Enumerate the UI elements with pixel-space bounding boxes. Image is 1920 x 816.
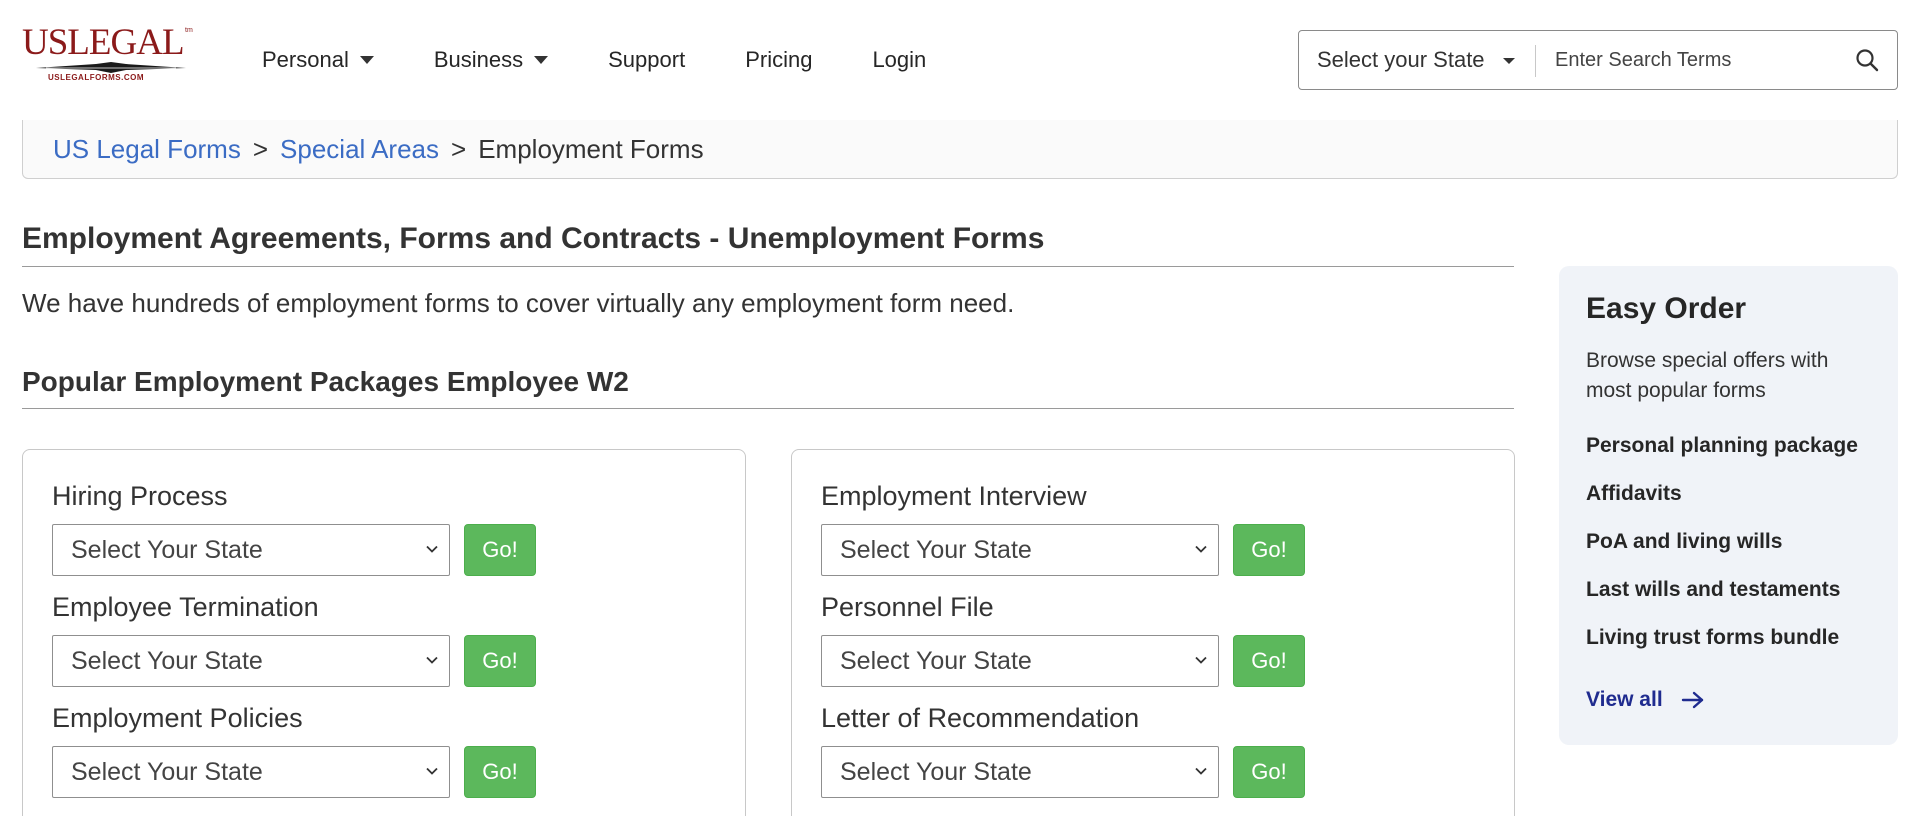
easy-order-item[interactable]: Last wills and testaments bbox=[1586, 576, 1858, 624]
nav-support[interactable]: Support bbox=[608, 40, 685, 80]
section-divider bbox=[22, 408, 1514, 409]
page-title: Employment Agreements, Forms and Contrac… bbox=[22, 222, 1045, 255]
state-select-dropdown[interactable]: Select Your State bbox=[821, 524, 1219, 576]
section-title: Popular Employment Packages Employee W2 bbox=[22, 366, 629, 397]
state-select-dropdown[interactable]: Select Your State bbox=[821, 635, 1219, 687]
caret-down-icon bbox=[534, 56, 549, 64]
chevron-down-icon bbox=[1195, 767, 1207, 775]
select-placeholder: Select Your State bbox=[840, 535, 1032, 564]
state-selector-label: Select your State bbox=[1317, 47, 1485, 72]
go-button[interactable]: Go! bbox=[464, 524, 536, 576]
nav-pricing-label: Pricing bbox=[745, 47, 813, 72]
forms-card-left: Hiring Process Select Your State Go! Emp… bbox=[22, 449, 746, 816]
nav-personal-label: Personal bbox=[262, 47, 349, 72]
chevron-down-icon bbox=[426, 545, 438, 553]
easy-order-item[interactable]: Living trust forms bundle bbox=[1586, 624, 1858, 672]
search-icon[interactable] bbox=[1854, 47, 1880, 73]
form-label: Letter of Recommendation bbox=[821, 703, 1140, 733]
main-nav: Personal Business Support Pricing Login bbox=[262, 0, 986, 120]
select-placeholder: Select Your State bbox=[71, 535, 263, 564]
go-button[interactable]: Go! bbox=[1233, 635, 1305, 687]
nav-support-label: Support bbox=[608, 47, 686, 72]
go-button[interactable]: Go! bbox=[1233, 524, 1305, 576]
easy-order-item[interactable]: Personal planning package bbox=[1586, 432, 1858, 480]
site-header: USLEGAL tm USLEGALFORMS.COM Personal Bus… bbox=[0, 0, 1920, 118]
nav-pricing[interactable]: Pricing bbox=[745, 40, 812, 80]
breadcrumb-link-home[interactable]: US Legal Forms bbox=[53, 134, 241, 165]
easy-order-list: Personal planning package Affidavits PoA… bbox=[1586, 432, 1858, 672]
form-row-employment-interview: Employment Interview Select Your State G… bbox=[821, 478, 1305, 576]
form-label: Hiring Process bbox=[52, 481, 228, 511]
state-select-dropdown[interactable]: Select Your State bbox=[52, 635, 450, 687]
view-all-label: View all bbox=[1586, 688, 1663, 711]
breadcrumb-link-special-areas[interactable]: Special Areas bbox=[280, 134, 439, 165]
intro-text: We have hundreds of employment forms to … bbox=[22, 288, 1015, 318]
nav-login-label: Login bbox=[872, 47, 927, 72]
search-divider bbox=[1535, 45, 1536, 77]
view-all-link[interactable]: View all bbox=[1586, 688, 1705, 712]
easy-order-description: Browse special offers with most popular … bbox=[1586, 349, 1829, 402]
search-input[interactable] bbox=[1539, 32, 1849, 88]
nav-personal[interactable]: Personal bbox=[262, 40, 374, 80]
form-label: Employee Termination bbox=[52, 592, 319, 622]
breadcrumb: US Legal Forms > Special Areas > Employm… bbox=[22, 120, 1898, 179]
arrow-right-icon bbox=[1681, 691, 1703, 709]
title-divider bbox=[22, 266, 1514, 267]
forms-card-right: Employment Interview Select Your State G… bbox=[791, 449, 1515, 816]
logo-tm: tm bbox=[185, 27, 193, 34]
select-placeholder: Select Your State bbox=[840, 646, 1032, 675]
form-row-employee-termination: Employee Termination Select Your State G… bbox=[52, 589, 536, 687]
nav-business-label: Business bbox=[433, 47, 524, 72]
breadcrumb-current: Employment Forms bbox=[478, 133, 704, 164]
state-select-dropdown[interactable]: Select Your State bbox=[52, 524, 450, 576]
select-placeholder: Select Your State bbox=[71, 757, 263, 786]
easy-order-panel: Easy Order Browse special offers with mo… bbox=[1559, 266, 1898, 745]
nav-login[interactable]: Login bbox=[872, 40, 926, 80]
nav-business[interactable]: Business bbox=[433, 40, 549, 80]
uslegal-logo[interactable]: USLEGAL tm USLEGALFORMS.COM bbox=[22, 24, 202, 86]
state-selector[interactable]: Select your State bbox=[1299, 31, 1535, 89]
easy-order-title: Easy Order bbox=[1586, 292, 1747, 325]
form-label: Employment Policies bbox=[52, 703, 303, 733]
chevron-down-icon bbox=[426, 767, 438, 775]
form-row-letter-of-recommendation: Letter of Recommendation Select Your Sta… bbox=[821, 700, 1305, 798]
go-button[interactable]: Go! bbox=[464, 746, 536, 798]
logo-domain: USLEGALFORMS.COM bbox=[48, 73, 144, 82]
caret-down-icon bbox=[1503, 58, 1515, 64]
easy-order-item[interactable]: PoA and living wills bbox=[1586, 528, 1858, 576]
chevron-down-icon bbox=[1195, 545, 1207, 553]
breadcrumb-separator: > bbox=[451, 133, 467, 164]
easy-order-item[interactable]: Affidavits bbox=[1586, 480, 1858, 528]
state-select-dropdown[interactable]: Select Your State bbox=[821, 746, 1219, 798]
go-button[interactable]: Go! bbox=[1233, 746, 1305, 798]
select-placeholder: Select Your State bbox=[840, 757, 1032, 786]
form-row-employment-policies: Employment Policies Select Your State Go… bbox=[52, 700, 536, 798]
logo-wordmark: USLEGAL bbox=[22, 22, 185, 63]
breadcrumb-separator: > bbox=[252, 133, 269, 164]
chevron-down-icon bbox=[1195, 656, 1207, 664]
form-row-personnel-file: Personnel File Select Your State Go! bbox=[821, 589, 1305, 687]
search-bar: Select your State bbox=[1298, 30, 1898, 90]
form-label: Employment Interview bbox=[821, 481, 1087, 511]
go-button[interactable]: Go! bbox=[464, 635, 536, 687]
form-label: Personnel File bbox=[821, 592, 994, 622]
select-placeholder: Select Your State bbox=[71, 646, 263, 675]
form-row-hiring-process: Hiring Process Select Your State Go! bbox=[52, 478, 536, 576]
caret-down-icon bbox=[359, 56, 374, 64]
chevron-down-icon bbox=[426, 656, 438, 664]
state-select-dropdown[interactable]: Select Your State bbox=[52, 746, 450, 798]
